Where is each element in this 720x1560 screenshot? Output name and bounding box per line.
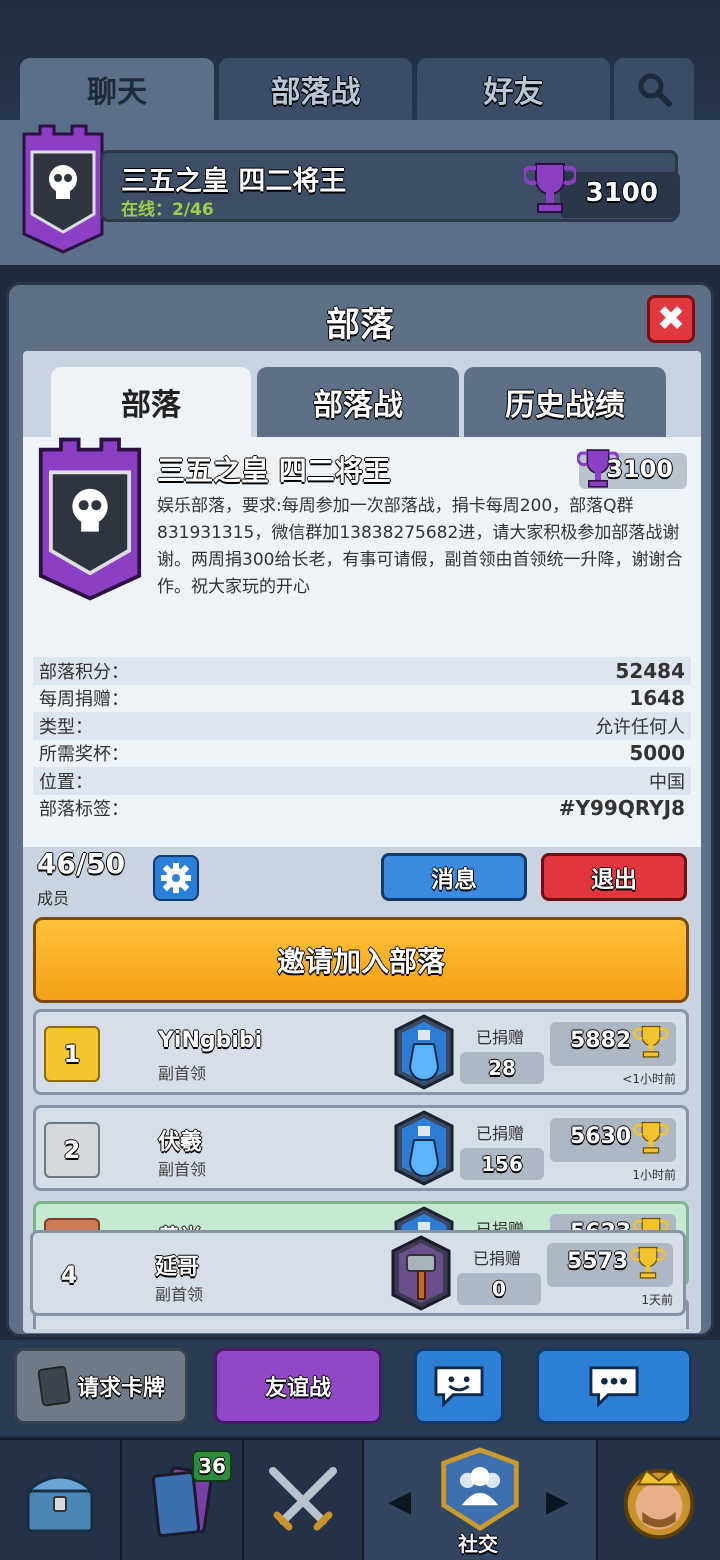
settings-button[interactable]	[153, 855, 199, 901]
member-name: 延哥	[155, 1255, 200, 1280]
tab-clan-war[interactable]: 部落战	[219, 58, 412, 120]
exit-button[interactable]: 退出	[541, 853, 687, 901]
donated-label: 已捐赠	[476, 1028, 525, 1047]
clan-bar-online: 在线：2/46	[121, 200, 214, 220]
social-icon	[441, 1447, 519, 1532]
bottom-nav: 36 ◀ ▶ 社交	[0, 1438, 720, 1560]
member-row[interactable]: 2 伏羲 副首领 已捐赠 156 5630 1小时前	[33, 1105, 689, 1191]
rank-badge: 4	[41, 1247, 97, 1303]
member-row[interactable]: 1 YiNgbibi 副首领 已捐赠 28 5882 <1小时前	[33, 1009, 689, 1095]
chat-bubble-icon	[589, 1366, 639, 1408]
member-name: YiNgbibi	[158, 1028, 263, 1053]
member-role: 副首领	[158, 1064, 207, 1083]
clan-bar-trophy-count: 3100	[585, 178, 658, 208]
nav-left-arrow-icon[interactable]: ◀	[388, 1484, 411, 1519]
tab-clan-war-inner[interactable]: 部落战	[257, 367, 459, 437]
trophy-icon	[633, 1025, 669, 1058]
clan-info-area: 三五之皇 四二将王 3100 娱乐部落，要求:每周参加一次部落战，捐卡每周200…	[23, 437, 701, 847]
nav-battle[interactable]	[244, 1440, 364, 1560]
chat-action-bar: 请求卡牌 友谊战	[0, 1340, 720, 1436]
hammer-icon	[391, 1235, 451, 1311]
modal-title: 部落	[326, 305, 394, 345]
search-icon	[638, 73, 672, 107]
clan-info-modal: 部落 ✖ 部落 部落战 历史战绩 三五之皇 四二将王 3100 娱乐部落，要求:…	[6, 282, 714, 1337]
chest-icon	[24, 1475, 96, 1533]
donated-count: 28	[460, 1052, 544, 1084]
gear-icon	[161, 863, 191, 893]
trophy-icon	[630, 1246, 666, 1279]
nav-social-label: 社交	[458, 1532, 498, 1556]
tab-friends[interactable]: 好友	[417, 58, 610, 120]
clan-bar-name: 三五之皇 四二将王	[121, 166, 347, 197]
member-row[interactable]: 4 延哥 副首领 已捐赠 0 5573 1天前	[30, 1230, 686, 1316]
invite-button[interactable]: 邀请加入部落	[33, 917, 689, 1003]
emote-button[interactable]	[414, 1348, 504, 1424]
request-cards-button[interactable]: 请求卡牌	[14, 1348, 188, 1424]
last-seen: 1天前	[641, 1293, 673, 1307]
blue-potion-icon	[394, 1110, 454, 1186]
member-trophies: 5630	[550, 1118, 676, 1162]
clan-trophies: 3100	[577, 449, 687, 489]
clan-badge-icon	[38, 437, 142, 601]
stat-clan-score: 部落积分： 52484	[33, 657, 691, 685]
rank-badge: 2	[44, 1122, 100, 1178]
blue-potion-icon	[394, 1014, 454, 1090]
king-avatar-icon	[623, 1468, 695, 1540]
donated-label: 已捐赠	[473, 1249, 522, 1268]
member-role: 副首领	[155, 1285, 204, 1304]
member-role: 副首领	[158, 1160, 207, 1179]
emote-chat-icon	[434, 1366, 484, 1408]
stat-clan-tag: 部落标签： #Y99QRYJ8	[39, 796, 685, 821]
trophy-icon	[633, 1121, 669, 1154]
donated-label: 已捐赠	[476, 1124, 525, 1143]
card-icon	[37, 1365, 71, 1407]
last-seen: <1小时前	[622, 1072, 676, 1086]
nav-right-arrow-icon[interactable]: ▶	[546, 1484, 569, 1519]
cards-badge: 36	[192, 1450, 232, 1482]
last-seen: 1小时前	[632, 1168, 676, 1182]
clan-trophy-count: 3100	[606, 455, 673, 483]
tab-war-history[interactable]: 历史战绩	[464, 367, 666, 437]
nav-shop[interactable]	[0, 1440, 122, 1560]
clan-description: 娱乐部落，要求:每周参加一次部落战，捐卡每周200，部落Q群831931315，…	[157, 496, 683, 597]
stat-required-trophies: 所需奖杯： 5000	[39, 741, 685, 766]
crossed-swords-icon	[269, 1467, 337, 1531]
modal-panel: 部落 部落战 历史战绩 三五之皇 四二将王 3100 娱乐部落，要求:每周参加一…	[23, 351, 701, 1333]
clan-bar-trophies: 3100	[524, 163, 680, 218]
clan-name: 三五之皇 四二将王	[157, 454, 391, 487]
stat-type: 类型： 允许任何人	[33, 712, 691, 740]
clan-shield-icon	[22, 124, 104, 254]
stat-location: 位置： 中国	[33, 767, 691, 795]
tab-clan[interactable]: 部落	[51, 367, 251, 437]
donated-count: 0	[457, 1273, 541, 1305]
friendly-battle-button[interactable]: 友谊战	[214, 1348, 382, 1424]
tab-chat[interactable]: 聊天	[20, 58, 214, 120]
members-header: 46/50 成员 消息 退出	[23, 847, 701, 911]
clan-header-bar[interactable]: 三五之皇 四二将王 在线：2/46 3100	[0, 120, 720, 265]
trophy-icon	[524, 163, 576, 213]
stat-weekly-donations: 每周捐赠： 1648	[39, 686, 685, 711]
search-button[interactable]	[614, 58, 694, 120]
member-name: 伏羲	[158, 1130, 203, 1155]
member-label: 成员	[37, 889, 70, 908]
member-count: 46/50	[37, 847, 126, 880]
chat-button[interactable]	[536, 1348, 692, 1424]
rank-badge: 1	[44, 1026, 100, 1082]
clan-stats: 部落积分： 52484 每周捐赠： 1648 类型： 允许任何人 所需奖杯： 5000 …	[33, 657, 691, 822]
member-trophies: 5882	[550, 1022, 676, 1066]
close-button[interactable]: ✖	[647, 295, 695, 343]
close-icon: ✖	[656, 299, 686, 339]
message-button[interactable]: 消息	[381, 853, 527, 901]
nav-events[interactable]	[598, 1440, 720, 1560]
donated-count: 156	[460, 1148, 544, 1180]
member-trophies: 5573	[547, 1243, 673, 1287]
